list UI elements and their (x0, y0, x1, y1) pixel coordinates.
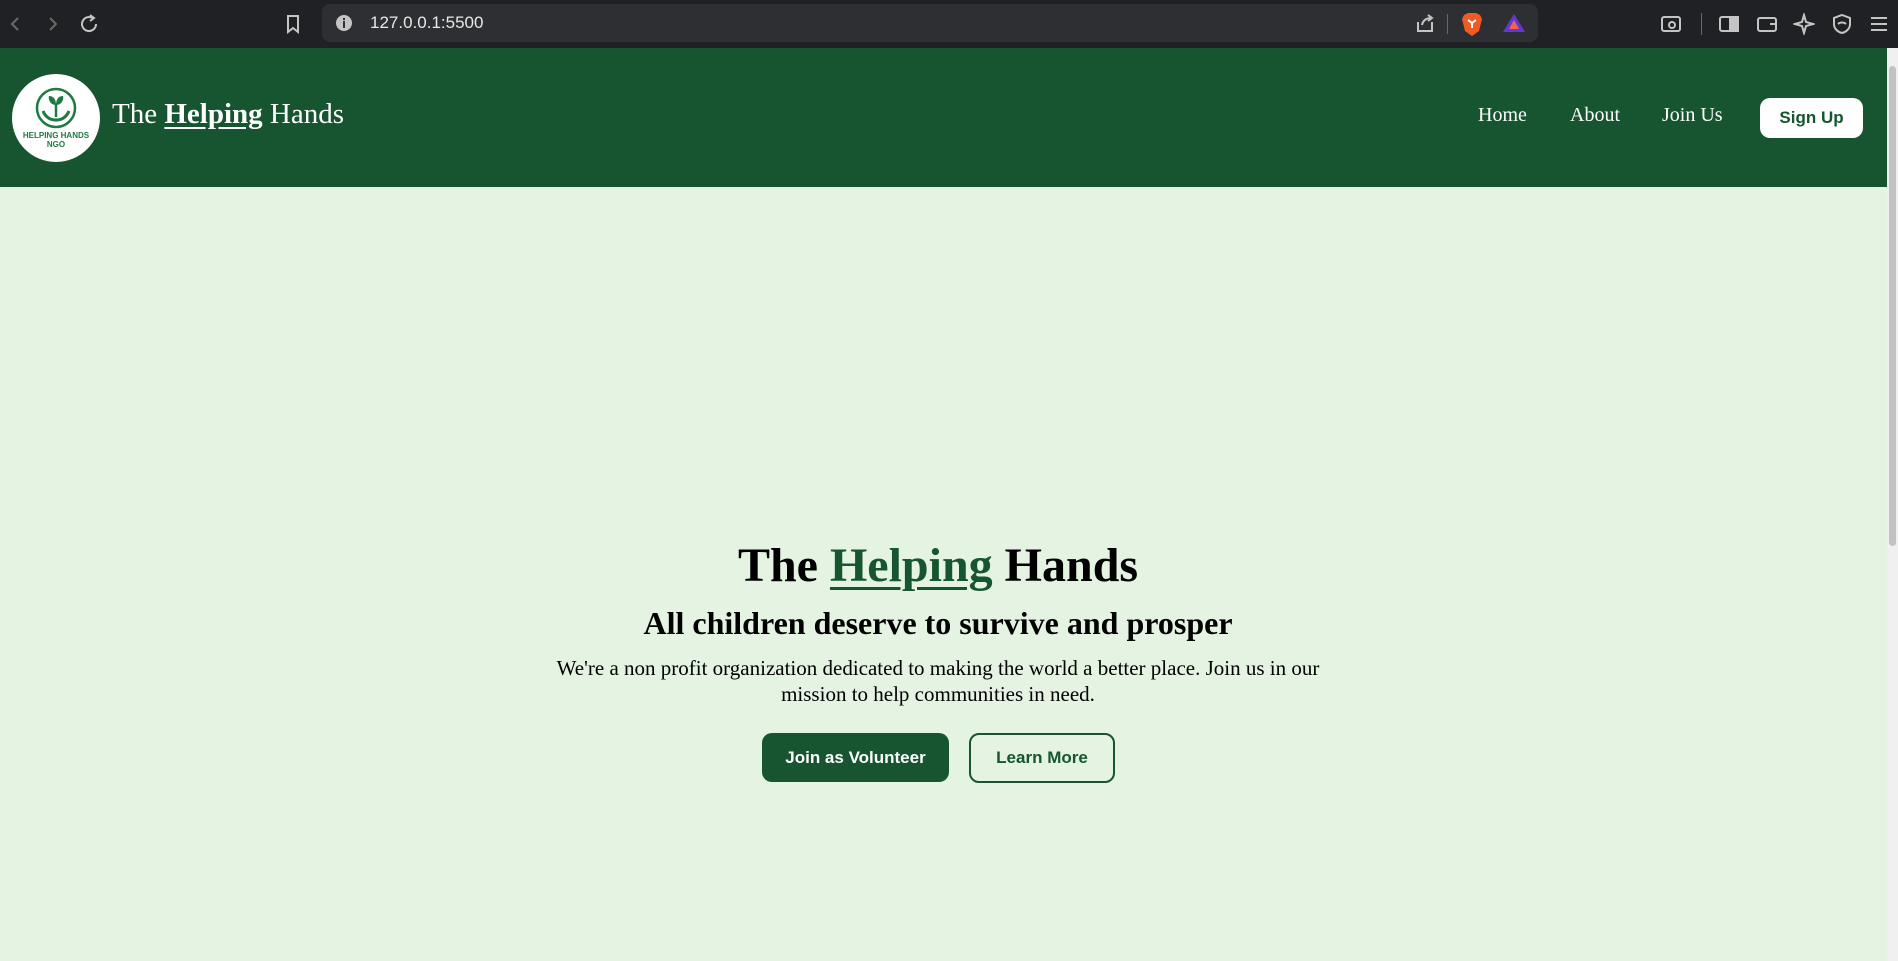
join-volunteer-button[interactable]: Join as Volunteer (762, 733, 949, 782)
sidebar-icon[interactable] (1715, 10, 1743, 38)
toolbar-divider (1701, 13, 1702, 35)
hero-subtitle: All children deserve to survive and pros… (643, 605, 1233, 641)
helping-hands-logo-icon (35, 87, 77, 129)
brave-rewards-icon[interactable] (1502, 12, 1526, 39)
vpn-shield-icon[interactable] (1828, 10, 1856, 38)
forward-icon[interactable] (38, 10, 66, 38)
nav-home[interactable]: Home (1478, 104, 1527, 127)
learn-more-button[interactable]: Learn More (969, 733, 1115, 783)
brand-highlight: Helping (164, 98, 263, 130)
hero-title-highlight: Helping (829, 539, 993, 592)
site-info-icon[interactable] (334, 13, 354, 33)
menu-icon[interactable] (1865, 10, 1893, 38)
browser-toolbar: 127.0.0.1:5500 (0, 0, 1898, 48)
brave-shields-icon[interactable] (1460, 11, 1484, 42)
nav-join-us[interactable]: Join Us (1662, 104, 1723, 127)
logo[interactable]: HELPING HANDS NGO (12, 74, 100, 162)
scrollbar-thumb[interactable] (1889, 66, 1896, 546)
wallet-icon[interactable] (1753, 10, 1781, 38)
site-header: HELPING HANDS NGO The Helping Hands Home… (0, 48, 1887, 187)
leo-ai-icon[interactable] (1790, 10, 1818, 38)
bookmark-icon[interactable] (279, 10, 307, 38)
hero-title: The Helping Hands (737, 539, 1139, 592)
back-icon[interactable] (2, 10, 30, 38)
reload-icon[interactable] (75, 10, 103, 38)
sign-up-button[interactable]: Sign Up (1760, 98, 1863, 138)
url-text[interactable]: 127.0.0.1:5500 (370, 13, 483, 33)
nav-about[interactable]: About (1570, 104, 1620, 127)
share-icon[interactable] (1414, 12, 1436, 39)
logo-caption: HELPING HANDS NGO (22, 131, 90, 149)
hero-description: We're a non profit organization dedicate… (556, 656, 1320, 706)
address-bar[interactable]: 127.0.0.1:5500 (322, 4, 1538, 42)
reader-mode-icon[interactable] (1657, 10, 1685, 38)
brand-title[interactable]: The Helping Hands (112, 98, 344, 131)
address-divider (1447, 14, 1448, 34)
page-scrollbar[interactable] (1887, 48, 1898, 961)
